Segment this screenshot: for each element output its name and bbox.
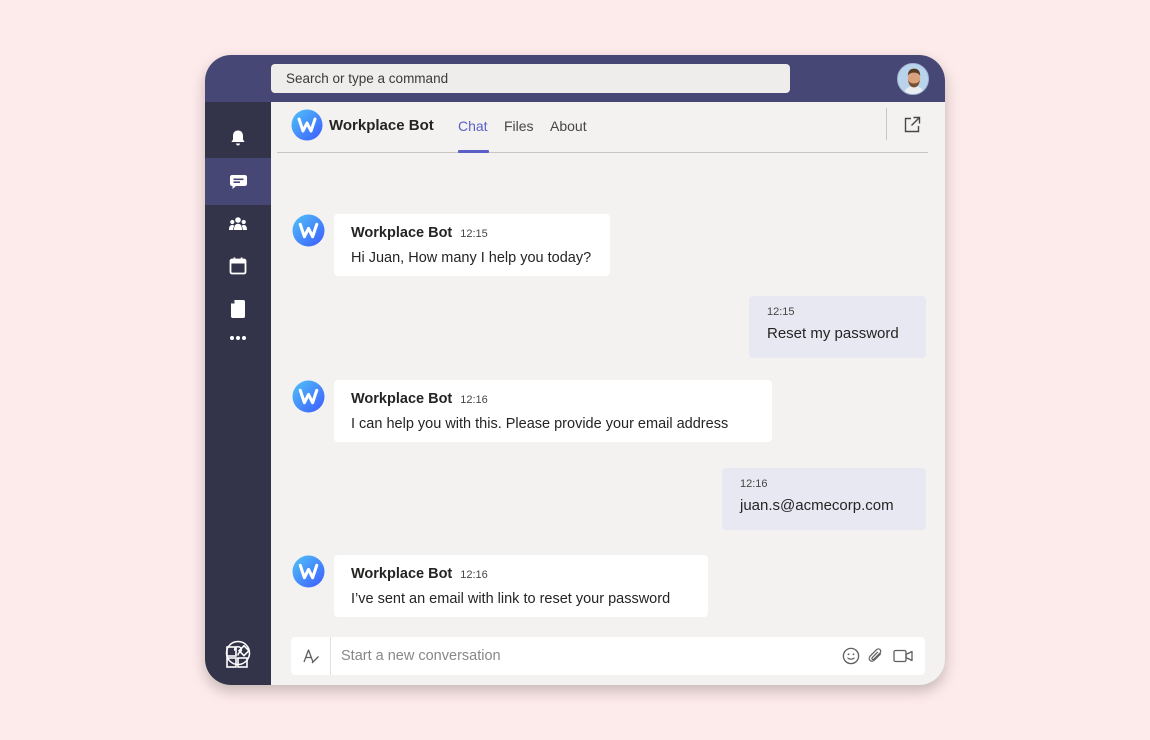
rail-item-teams[interactable] xyxy=(205,202,271,246)
top-bar: Search or type a command xyxy=(205,55,945,102)
bell-icon xyxy=(231,130,245,146)
video-icon[interactable] xyxy=(893,648,913,664)
bot-avatar-icon xyxy=(292,214,325,247)
avatar-image xyxy=(898,64,928,94)
teams-window: Search or type a command Workplace Bot C… xyxy=(205,55,945,685)
rail-item-activity[interactable] xyxy=(205,116,271,160)
message-sender: Workplace Bot xyxy=(351,391,453,407)
search-input[interactable]: Search or type a command xyxy=(271,64,790,93)
tab-chat[interactable]: Chat xyxy=(458,118,488,134)
message-time: 12:16 xyxy=(460,569,488,581)
message-composer: Start a new conversation xyxy=(291,637,925,675)
message-text: I can help you with this. Please provide… xyxy=(351,416,729,432)
message-text: Reset my password xyxy=(767,325,899,342)
compose-input[interactable]: Start a new conversation xyxy=(341,637,501,675)
bot-message: Workplace Bot 12:15 Hi Juan, How many I h… xyxy=(334,214,610,276)
workplace-bot-logo xyxy=(291,109,323,141)
chat-icon xyxy=(229,174,247,189)
help-icon xyxy=(225,640,251,666)
tab-files[interactable]: Files xyxy=(504,118,534,134)
active-tab-indicator xyxy=(458,150,489,153)
message-text: juan.s@acmecorp.com xyxy=(740,497,894,514)
user-avatar[interactable] xyxy=(897,63,929,95)
chat-header: Workplace Bot Chat Files About xyxy=(277,102,928,153)
chat-pane: Workplace Bot Chat Files About Workplace… xyxy=(271,102,945,685)
rail-item-chat[interactable] xyxy=(205,158,271,205)
bot-avatar-icon xyxy=(292,380,325,413)
message-time: 12:15 xyxy=(460,228,488,240)
app-rail xyxy=(205,102,271,685)
rail-item-calendar[interactable] xyxy=(205,244,271,288)
message-time: 12:16 xyxy=(740,478,768,490)
message-sender: Workplace Bot xyxy=(351,566,453,582)
user-message: 12:16 juan.s@acmecorp.com xyxy=(722,468,926,530)
message-time: 12:16 xyxy=(460,394,488,406)
calendar-icon xyxy=(229,257,247,275)
bot-message: Workplace Bot 12:16 I can help you with t… xyxy=(334,380,772,442)
more-icon xyxy=(230,336,246,340)
emoji-icon[interactable] xyxy=(842,647,860,665)
format-icon xyxy=(302,649,319,664)
file-icon xyxy=(231,300,245,318)
message-time: 12:15 xyxy=(767,306,795,318)
attach-icon[interactable] xyxy=(867,647,885,665)
bot-title: Workplace Bot xyxy=(329,117,434,134)
rail-item-more[interactable] xyxy=(205,320,271,356)
format-button[interactable] xyxy=(291,637,331,675)
popout-icon[interactable] xyxy=(903,116,921,134)
bot-message: Workplace Bot 12:16 I’ve sent an email wi… xyxy=(334,555,708,617)
rail-item-help-button[interactable] xyxy=(205,633,271,673)
bot-avatar-icon xyxy=(292,555,325,588)
message-text: Hi Juan, How many I help you today? xyxy=(351,250,592,266)
message-sender: Workplace Bot xyxy=(351,225,453,241)
message-text: I’ve sent an email with link to reset yo… xyxy=(351,591,671,607)
teams-icon xyxy=(229,217,247,230)
user-message: 12:15 Reset my password xyxy=(749,296,926,358)
tab-about[interactable]: About xyxy=(550,118,587,134)
header-divider xyxy=(886,108,887,140)
